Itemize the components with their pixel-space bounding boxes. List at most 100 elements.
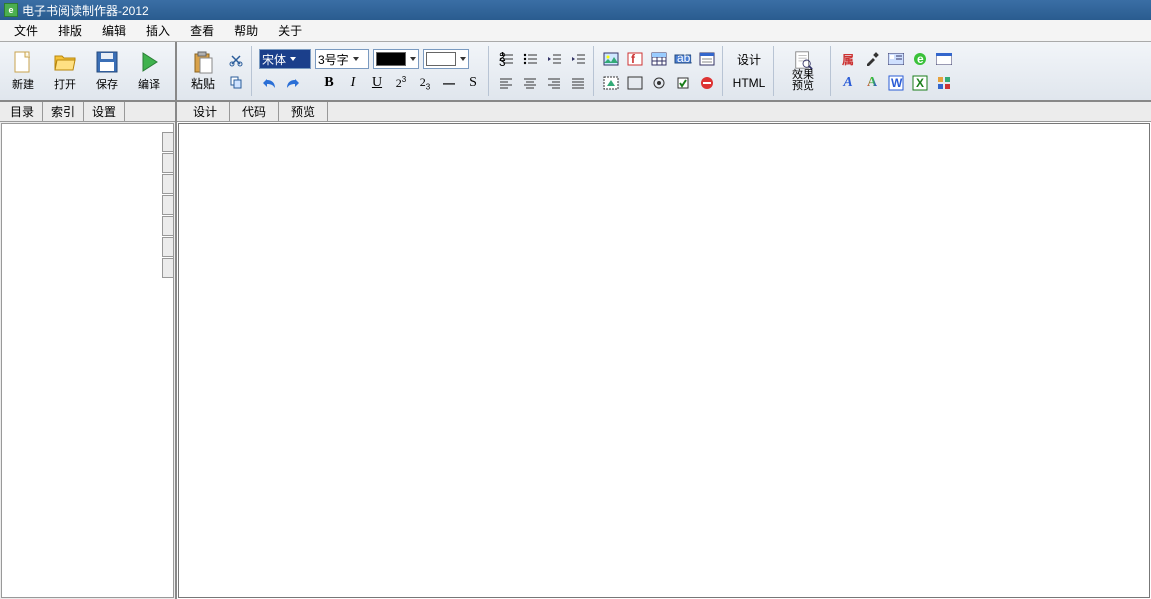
- backcolor-dropdown[interactable]: [423, 49, 469, 69]
- left-panel: 目录 索引 设置: [0, 102, 177, 599]
- bold-icon: B: [324, 75, 333, 91]
- align-center-icon: [523, 76, 537, 90]
- handle-7[interactable]: [162, 258, 174, 278]
- scissors-icon: [229, 53, 243, 67]
- iexplore-button[interactable]: e: [909, 48, 931, 70]
- tab-index[interactable]: 索引: [43, 102, 84, 121]
- forecolor-dropdown[interactable]: [373, 49, 419, 69]
- font-a-icon: A: [843, 75, 852, 91]
- play-green-icon: [137, 50, 161, 74]
- window-button[interactable]: [933, 48, 955, 70]
- insert-flash-button[interactable]: f: [624, 48, 646, 70]
- new-button[interactable]: 新建: [3, 46, 43, 96]
- align-right-button[interactable]: [543, 72, 565, 94]
- insert-anchor-button[interactable]: [648, 72, 670, 94]
- design-view-button[interactable]: 设计: [729, 48, 769, 70]
- underline-button[interactable]: U: [366, 72, 388, 94]
- cut-button[interactable]: [225, 49, 247, 71]
- handle-2[interactable]: [162, 153, 174, 173]
- compile-button[interactable]: 编译: [129, 46, 169, 96]
- preview-button[interactable]: 效果预览: [780, 49, 826, 93]
- handle-5[interactable]: [162, 216, 174, 236]
- outdent-button[interactable]: [543, 48, 565, 70]
- italic-icon: I: [351, 75, 356, 91]
- menu-layout[interactable]: 排版: [48, 20, 92, 41]
- handle-3[interactable]: [162, 174, 174, 194]
- editor-canvas[interactable]: [178, 123, 1150, 598]
- tab-settings[interactable]: 设置: [84, 102, 125, 121]
- attr-button[interactable]: 属: [837, 48, 859, 70]
- tab-design[interactable]: 设计: [181, 102, 230, 121]
- insert-frame-button[interactable]: [624, 72, 646, 94]
- italic-button[interactable]: I: [342, 72, 364, 94]
- align-left-button[interactable]: [495, 72, 517, 94]
- eyedropper-button[interactable]: [861, 48, 883, 70]
- insert-form-button[interactable]: [696, 48, 718, 70]
- font-a2-button[interactable]: A: [861, 72, 883, 94]
- textbox-icon: abl: [674, 52, 692, 66]
- superscript-button[interactable]: 23: [390, 72, 412, 94]
- tab-code[interactable]: 代码: [230, 102, 279, 121]
- word-icon: W: [888, 75, 904, 91]
- handle-1[interactable]: [162, 132, 174, 152]
- font-size-dropdown[interactable]: 3号字: [315, 49, 369, 69]
- svg-text:abl: abl: [677, 52, 692, 65]
- handle-6[interactable]: [162, 237, 174, 257]
- copy-icon: [229, 75, 243, 89]
- menu-view[interactable]: 查看: [180, 20, 224, 41]
- save-button[interactable]: 保存: [87, 46, 127, 96]
- hr-icon: —: [443, 76, 455, 90]
- form-icon: [699, 52, 715, 66]
- excel-icon: X: [912, 75, 928, 91]
- grid4-button[interactable]: [933, 72, 955, 94]
- ordered-list-button[interactable]: 123: [495, 48, 517, 70]
- content-row: 目录 索引 设置 设计 代码 预览: [0, 102, 1151, 599]
- side-handles: [162, 132, 174, 279]
- menu-about[interactable]: 关于: [268, 20, 312, 41]
- redo-button[interactable]: [282, 72, 304, 94]
- insert-checkbox-button[interactable]: [672, 72, 694, 94]
- html-view-button[interactable]: HTML: [729, 72, 769, 94]
- handle-4[interactable]: [162, 195, 174, 215]
- align-justify-button[interactable]: [567, 72, 589, 94]
- undo-button[interactable]: [258, 72, 280, 94]
- strike-button[interactable]: S: [462, 72, 484, 94]
- window-icon: [936, 53, 952, 65]
- frame-icon: [627, 76, 643, 90]
- right-panel: 设计 代码 预览: [177, 102, 1151, 599]
- copy-button[interactable]: [225, 71, 247, 93]
- insert-image-button[interactable]: [600, 48, 622, 70]
- svg-text:e: e: [917, 52, 924, 66]
- menu-edit[interactable]: 编辑: [92, 20, 136, 41]
- table-icon: [651, 52, 667, 66]
- word-button[interactable]: W: [885, 72, 907, 94]
- subscript-button[interactable]: 23: [414, 72, 436, 94]
- tab-preview[interactable]: 预览: [279, 102, 328, 121]
- open-button[interactable]: 打开: [45, 46, 85, 96]
- align-center-button[interactable]: [519, 72, 541, 94]
- eyedropper-icon: [865, 52, 879, 66]
- paste-button[interactable]: 粘贴: [183, 49, 223, 93]
- grid4-icon: [937, 76, 951, 90]
- align-left-icon: [499, 76, 513, 90]
- insert-table-button[interactable]: [648, 48, 670, 70]
- hr-button[interactable]: —: [438, 72, 460, 94]
- indent-button[interactable]: [567, 48, 589, 70]
- menu-help[interactable]: 帮助: [224, 20, 268, 41]
- bold-button[interactable]: B: [318, 72, 340, 94]
- excel-button[interactable]: X: [909, 72, 931, 94]
- menu-insert[interactable]: 插入: [136, 20, 180, 41]
- font-a-button[interactable]: A: [837, 72, 859, 94]
- underline-icon: U: [372, 75, 382, 91]
- font-family-dropdown[interactable]: 宋体: [259, 49, 311, 69]
- toc-tree[interactable]: [1, 123, 174, 598]
- menu-file[interactable]: 文件: [4, 20, 48, 41]
- tab-toc[interactable]: 目录: [2, 102, 43, 121]
- unordered-list-button[interactable]: [519, 48, 541, 70]
- ie-icon: e: [913, 52, 927, 66]
- insert-textbox-button[interactable]: abl: [672, 48, 694, 70]
- id-button[interactable]: [885, 48, 907, 70]
- insert-div-button[interactable]: [600, 72, 622, 94]
- edit-toolbar: 粘贴 宋体 3号字 B I U: [177, 42, 1151, 100]
- insert-nosign-button[interactable]: [696, 72, 718, 94]
